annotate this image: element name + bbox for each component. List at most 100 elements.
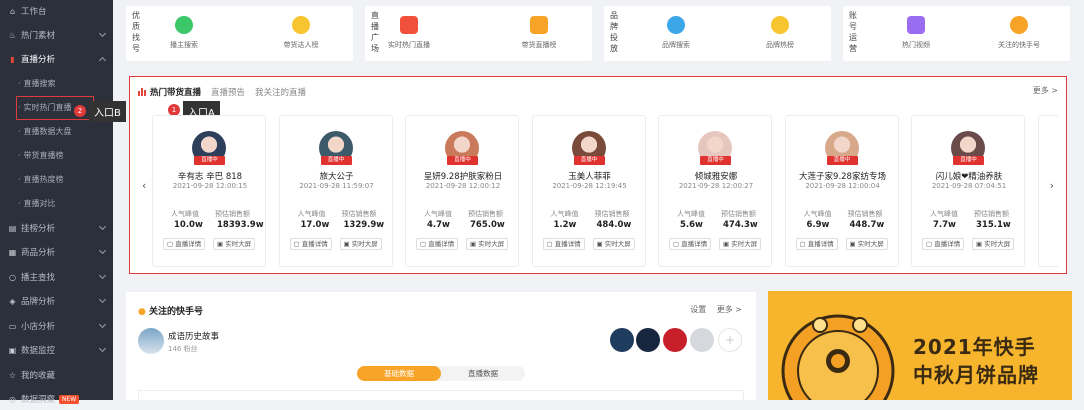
- sidebar-item-data-monitor[interactable]: ▣ 数据监控: [0, 339, 113, 361]
- sidebar-item-hot-material[interactable]: ♨ 热门素材: [0, 24, 113, 46]
- home-icon: ⌂: [9, 6, 16, 16]
- followed-avatar[interactable]: [690, 328, 714, 352]
- sidebar-item-live-analysis[interactable]: ▮ 直播分析: [0, 48, 113, 70]
- account-name[interactable]: 成语历史故事: [168, 330, 219, 342]
- sidebar-item-favorites[interactable]: ☆ 我的收藏: [0, 364, 113, 386]
- account-avatar[interactable]: [138, 328, 164, 354]
- list-icon: ▤: [8, 223, 17, 233]
- live-detail-button[interactable]: ▢ 直播详情: [289, 238, 332, 250]
- live-detail-button[interactable]: ▢ 直播详情: [669, 238, 712, 250]
- segment-live-data[interactable]: 直播数据: [441, 366, 525, 381]
- realtime-screen-button[interactable]: ▣ 实时大屏: [339, 238, 382, 250]
- streamer-card[interactable]: 直播中 呈妍9.28护肤家粉日 2021-09-28 12:00:12 人气峰值 预估销…: [405, 115, 519, 267]
- followed-avatar[interactable]: [636, 328, 660, 352]
- sidebar-sub-live-heat-rank[interactable]: · 直播热度榜: [0, 168, 113, 190]
- realtime-screen-button[interactable]: ▣ 实时大屏: [592, 238, 635, 250]
- popularity-label: 人气峰值: [930, 210, 958, 218]
- category-item-sales-talent-rank[interactable]: 带货达人榜: [271, 16, 331, 50]
- sidebar-sub-live-search[interactable]: · 直播搜索: [0, 72, 113, 94]
- category-item-hot-video[interactable]: 热门视频: [886, 16, 946, 50]
- sales-value: 1329.9w: [343, 220, 385, 230]
- hot-live-panel: 热门带货直播 直播预告 我关注的直播 更多 > ‹ › 1 入口A 直播中 辛有志…: [129, 76, 1067, 274]
- sidebar-item-data-insight[interactable]: ◎ 数据洞察 NEW: [0, 388, 113, 410]
- followed-settings-link[interactable]: 设置: [690, 305, 706, 314]
- hot-live-more-link[interactable]: 更多 >: [1033, 85, 1058, 96]
- trophy-icon: [292, 16, 310, 34]
- streamer-name[interactable]: 倾城雅安娜: [659, 170, 773, 182]
- streamer-name[interactable]: 呈妍9.28护肤家粉日: [406, 170, 520, 182]
- category-item-sales-live-rank[interactable]: 带货直播榜: [509, 16, 569, 50]
- live-detail-button[interactable]: ▢ 直播详情: [922, 238, 965, 250]
- new-badge: NEW: [59, 394, 80, 404]
- live-detail-button[interactable]: ▢ 直播详情: [416, 238, 459, 250]
- category-item-followed-accounts[interactable]: 关注的快手号: [989, 16, 1049, 50]
- streamer-time: 2021-09-28 12:00:27: [678, 182, 754, 190]
- sales-value: 448.7w: [849, 220, 885, 230]
- category-item-streamer-search[interactable]: 播主搜索: [154, 16, 214, 50]
- streamer-card[interactable]: 直播中 大莲子家9.28家纺专场 2021-09-28 12:00:04 人气峰值 预估…: [784, 115, 900, 267]
- streamer-name[interactable]: 辛有志 辛巴 818: [153, 170, 267, 182]
- sidebar-item-rank-analysis[interactable]: ▤ 挂榜分析: [0, 217, 113, 239]
- streamer-name[interactable]: 大莲子家9.28家纺专场: [786, 170, 900, 182]
- tab-live-preview[interactable]: 直播预告: [211, 86, 245, 98]
- streamer-card[interactable]: 直播中 玉美人菲菲 2021-09-28 12:19:45 人气峰值 预估销售额 1.2w…: [531, 115, 647, 267]
- step-badge-2: 2: [74, 105, 86, 117]
- add-follow-icon[interactable]: +: [718, 328, 742, 352]
- streamer-card[interactable]: 直播中 辛有志 辛巴 818 2021-09-28 12:00:15 人气峰值 预估销售…: [152, 115, 266, 267]
- followed-accounts-panel: ● 关注的快手号 设置 更多 > 成语历史故事 146 粉丝 + 基础数据 直播…: [126, 292, 756, 400]
- chevron-down-icon: [98, 320, 107, 329]
- sales-label: 预估销售额: [974, 210, 1009, 218]
- followed-avatar[interactable]: [663, 328, 687, 352]
- sidebar-item-store-analysis[interactable]: ▭ 小店分析: [0, 315, 113, 337]
- tab-hot-sales-live[interactable]: 热门带货直播: [150, 86, 201, 98]
- followed-more-link[interactable]: 更多 >: [717, 305, 742, 314]
- carousel-prev-icon[interactable]: ‹: [142, 179, 146, 192]
- popularity-label: 人气峰值: [424, 210, 452, 218]
- account-fans: 146 粉丝: [168, 345, 198, 353]
- followed-links: 设置 更多 >: [690, 304, 742, 315]
- category-item-brand-search[interactable]: 品牌搜索: [646, 16, 706, 50]
- sidebar-sub-live-dashboard[interactable]: · 直播数据大盘: [0, 120, 113, 142]
- promo-banner[interactable]: 2021年快手 中秋月饼品牌: [768, 291, 1072, 400]
- category-item-brand-hot-rank[interactable]: 品牌热榜: [750, 16, 810, 50]
- sidebar-item-product-analysis[interactable]: ▦ 商品分析: [0, 241, 113, 263]
- flame-icon: ♨: [8, 30, 17, 40]
- sidebar-item-workbench[interactable]: ⌂ 工作台: [0, 0, 113, 22]
- category-item-realtime-hot-live[interactable]: 实时热门直播: [379, 16, 439, 50]
- tooltip-entry-b: 入口B: [89, 101, 126, 122]
- sidebar-item-streamer-search[interactable]: ○ 播主查找: [0, 266, 113, 288]
- sidebar-item-brand-analysis[interactable]: ◈ 品牌分析: [0, 290, 113, 312]
- streamer-name[interactable]: 玉美人菲菲: [533, 170, 647, 182]
- segment-basic-data[interactable]: 基础数据: [357, 366, 441, 381]
- popularity-label: 人气峰值: [677, 210, 705, 218]
- realtime-screen-button[interactable]: ▣ 实时大屏: [719, 238, 762, 250]
- realtime-screen-button[interactable]: ▣ 实时大屏: [845, 238, 888, 250]
- live-badge: 直播中: [447, 156, 478, 165]
- user-icon: [1010, 16, 1028, 34]
- streamer-time: 2021-09-28 11:59:07: [299, 182, 374, 190]
- live-badge: 直播中: [953, 156, 984, 165]
- sales-value: 18393.9w: [217, 220, 264, 230]
- streamer-card[interactable]: 直播中 倾城雅安娜 2021-09-28 12:00:27 人气峰值 预估销售额 5.6w…: [658, 115, 772, 267]
- sales-label: 预估销售额: [341, 210, 377, 218]
- live-badge: 直播中: [700, 156, 731, 165]
- sidebar-sub-sales-live-rank[interactable]: · 带货直播榜: [0, 144, 113, 166]
- followed-avatar[interactable]: [610, 328, 634, 352]
- realtime-screen-button[interactable]: ▣ 实时大屏: [972, 238, 1015, 250]
- category-card-brand-placement: 品牌投放 品牌搜索 品牌热榜: [604, 6, 831, 61]
- tab-my-followed-live[interactable]: 我关注的直播: [255, 86, 306, 98]
- cart-icon: ▦: [8, 247, 17, 257]
- live-detail-button[interactable]: ▢ 直播详情: [795, 238, 838, 250]
- streamer-name[interactable]: 闪儿娘❤精油养肤: [912, 170, 1026, 182]
- chart-icon: ▮: [10, 54, 15, 64]
- streamer-time: 2021-09-28 12:00:12: [425, 182, 501, 190]
- live-detail-button[interactable]: ▢ 直播详情: [542, 238, 585, 250]
- medal-icon: [667, 16, 685, 34]
- realtime-screen-button[interactable]: ▣ 实时大屏: [466, 238, 509, 250]
- sidebar-sub-live-compare[interactable]: · 直播对比: [0, 192, 113, 214]
- realtime-screen-button[interactable]: ▣ 实时大屏: [213, 238, 256, 250]
- live-detail-button[interactable]: ▢ 直播详情: [163, 238, 206, 250]
- streamer-card[interactable]: 直播中 闪儿娘❤精油养肤 2021-09-28 07:04:51 人气峰值 预估销售额 7…: [911, 115, 1025, 267]
- streamer-card[interactable]: 直播中 旅大公子 2021-09-28 11:59:07 人气峰值 预估销售额 17.0w…: [278, 115, 394, 267]
- streamer-name[interactable]: 旅大公子: [280, 170, 394, 182]
